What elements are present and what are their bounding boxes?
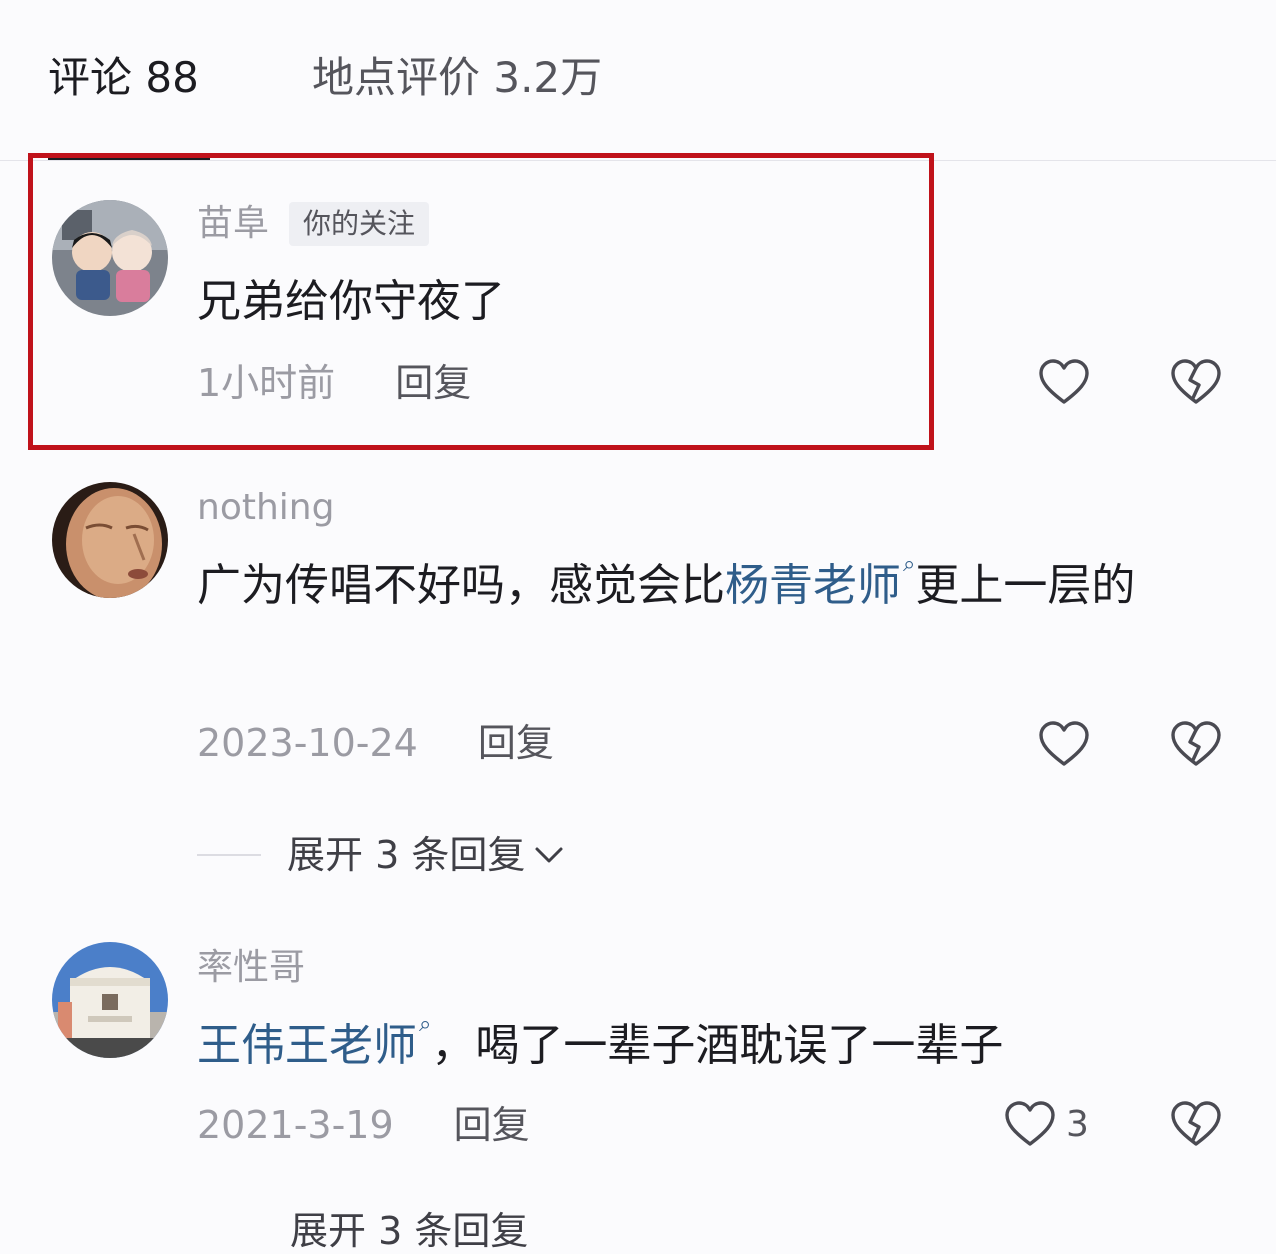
broken-heart-icon xyxy=(1171,721,1221,766)
comment-username[interactable]: 率性哥 xyxy=(197,946,305,990)
comment-username[interactable]: nothing xyxy=(197,486,334,530)
expand-replies-button[interactable]: 展开 3 条回复 xyxy=(197,832,565,878)
expand-divider xyxy=(197,854,261,856)
dislike-button[interactable] xyxy=(1170,358,1222,406)
comment-time: 1小时前 xyxy=(197,361,336,405)
mention-text: 杨青老师 xyxy=(725,560,901,611)
mention-link[interactable]: 杨青老师⌕ xyxy=(725,554,915,612)
comment-time: 2023-10-24 xyxy=(197,721,418,765)
search-mention-icon: ⌕ xyxy=(419,1012,432,1037)
heart-icon xyxy=(1005,1101,1055,1146)
tabs-divider xyxy=(0,160,1276,161)
broken-heart-icon xyxy=(1171,359,1221,404)
avatar[interactable] xyxy=(52,482,168,598)
comment-text: 兄弟给你守夜了 xyxy=(197,276,505,327)
broken-heart-icon xyxy=(1171,1101,1221,1146)
comment-text: 广为传唱不好吗，感觉会比杨青老师⌕更上一层的 xyxy=(197,546,1207,626)
tab-place-reviews[interactable]: 地点评价 3.2万 xyxy=(312,52,602,104)
dislike-button[interactable] xyxy=(1170,720,1222,768)
comment-text-part: 广为传唱不好吗，感觉会比 xyxy=(197,560,725,611)
comment-text: 王伟王老师⌕，喝了一辈子酒耽误了一辈子 xyxy=(197,1006,1207,1086)
comment-tabs: 评论 88 地点评价 3.2万 xyxy=(0,0,1276,160)
mention-text: 王伟王老师 xyxy=(197,1020,417,1071)
chevron-down-icon xyxy=(535,847,563,863)
like-button[interactable]: 3 xyxy=(1004,1100,1089,1148)
dislike-button[interactable] xyxy=(1170,1100,1222,1148)
avatar[interactable] xyxy=(52,942,168,1058)
avatar[interactable] xyxy=(52,200,168,316)
avatar-image xyxy=(52,942,168,1058)
like-button[interactable] xyxy=(1038,358,1100,406)
following-badge: 你的关注 xyxy=(289,202,430,246)
comment-username[interactable]: 苗阜 xyxy=(197,202,269,246)
tab-comments[interactable]: 评论 88 xyxy=(48,52,199,104)
reply-button[interactable]: 回复 xyxy=(478,720,554,766)
search-mention-icon: ⌕ xyxy=(903,552,916,577)
comment-text-part: ，喝了一辈子酒耽误了一辈子 xyxy=(431,1020,1004,1071)
mention-link[interactable]: 王伟王老师⌕ xyxy=(197,1014,431,1072)
comment-text-part: 更上一层的 xyxy=(915,560,1136,611)
expand-replies-button[interactable]: 展开 3 条回复 xyxy=(290,1208,528,1254)
heart-icon xyxy=(1039,721,1089,766)
like-count: 3 xyxy=(1066,1103,1089,1145)
reply-button[interactable]: 回复 xyxy=(454,1102,530,1148)
avatar-image xyxy=(52,200,168,316)
expand-replies-label: 展开 3 条回复 xyxy=(287,833,526,877)
reply-button[interactable]: 回复 xyxy=(395,360,471,406)
heart-icon xyxy=(1039,359,1089,404)
like-button[interactable] xyxy=(1038,720,1100,768)
comment-time: 2021-3-19 xyxy=(197,1103,394,1147)
avatar-image xyxy=(52,482,168,598)
